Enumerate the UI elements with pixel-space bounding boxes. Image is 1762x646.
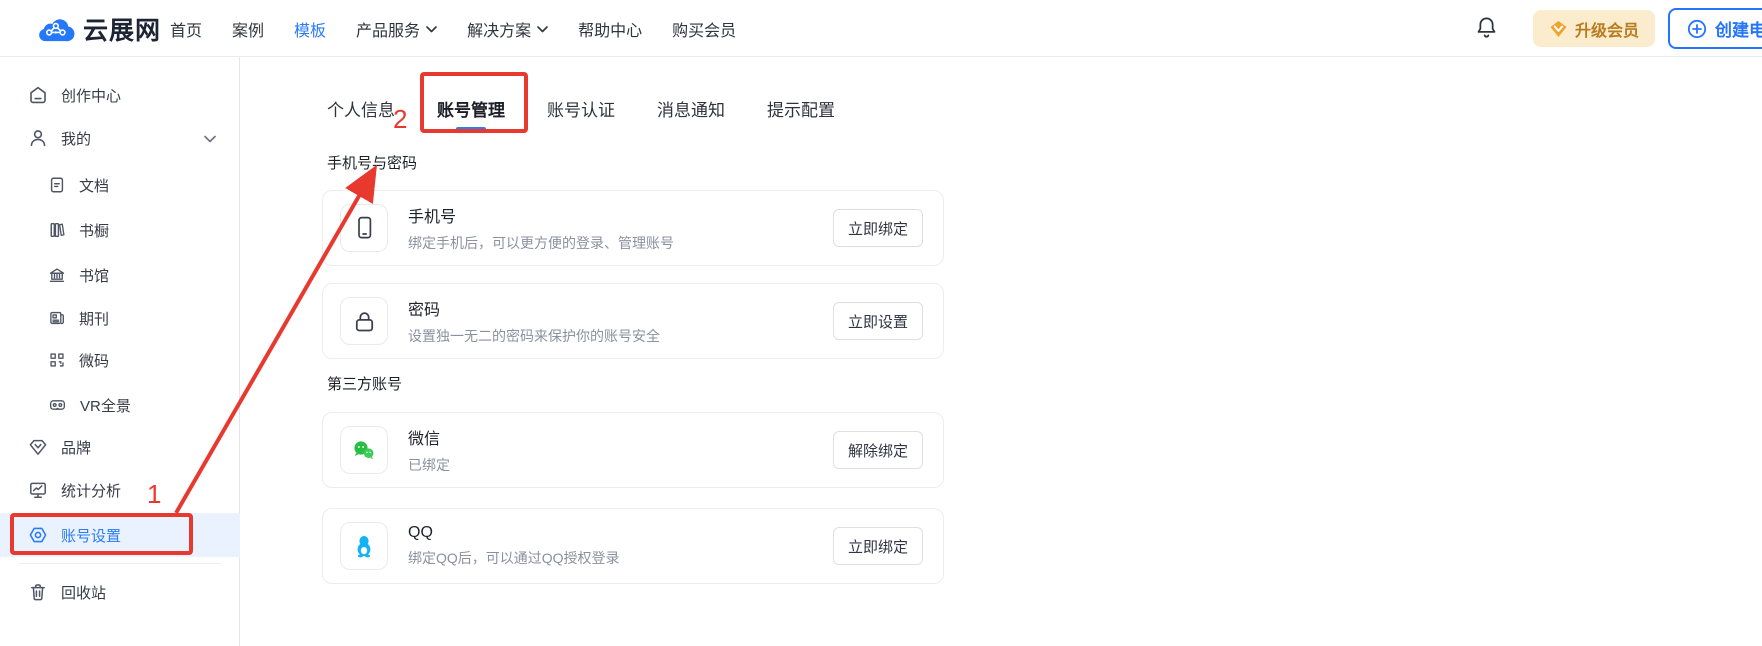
- bind-now-button[interactable]: 立即绑定: [833, 209, 923, 247]
- sidebar-item-mine[interactable]: 我的: [0, 116, 240, 160]
- nav-item-cases[interactable]: 案例: [232, 17, 264, 41]
- sidebar-item-label: 书橱: [79, 220, 109, 241]
- tab-account-management[interactable]: 账号管理: [437, 96, 505, 121]
- card-title: 手机号: [408, 203, 813, 227]
- nav-item-home[interactable]: 首页: [170, 17, 202, 41]
- sidebar-item-label: 品牌: [61, 437, 91, 458]
- card-title: 密码: [408, 296, 813, 320]
- card-qq: QQ 绑定QQ后，可以通过QQ授权登录 立即绑定: [322, 508, 944, 584]
- tab-account-verification[interactable]: 账号认证: [547, 96, 615, 121]
- brand-name: 云展网: [83, 11, 161, 47]
- card-desc: 绑定QQ后，可以通过QQ授权登录: [408, 548, 813, 568]
- sidebar-item-statistics[interactable]: 统计分析: [0, 468, 240, 512]
- sidebar-item-recycle-bin[interactable]: 回收站: [0, 570, 240, 614]
- tab-prompt-config[interactable]: 提示配置: [767, 96, 835, 121]
- card-wechat: 微信 已绑定 解除绑定: [322, 412, 944, 488]
- notification-bell-icon[interactable]: [1474, 15, 1499, 47]
- phone-icon: [340, 204, 388, 252]
- sidebar-item-creation-center[interactable]: 创作中心: [0, 73, 240, 117]
- card-phone: 手机号 绑定手机后，可以更方便的登录、管理账号 立即绑定: [322, 190, 944, 266]
- sidebar-item-vr-panorama[interactable]: VR全景: [0, 383, 240, 427]
- sidebar-item-label: 文档: [79, 175, 109, 196]
- brand-icon: [28, 437, 48, 457]
- home-icon: [28, 85, 48, 105]
- user-icon: [28, 128, 48, 148]
- create-button-label: 创建电: [1715, 16, 1762, 41]
- nav-item-help-center[interactable]: 帮助中心: [578, 17, 642, 41]
- sidebar-item-label: 期刊: [79, 308, 109, 329]
- card-title: QQ: [408, 524, 813, 542]
- sidebar-item-label: VR全景: [80, 395, 131, 416]
- set-now-button[interactable]: 立即设置: [833, 302, 923, 340]
- qq-icon: [340, 522, 388, 570]
- cloud-logo-icon: [36, 14, 76, 44]
- nav-item-buy-membership[interactable]: 购买会员: [672, 17, 736, 41]
- document-icon: [48, 176, 66, 194]
- unbind-button[interactable]: 解除绑定: [833, 431, 923, 469]
- card-desc: 设置独一无二的密码来保护你的账号安全: [408, 326, 813, 346]
- settings-icon: [28, 525, 48, 545]
- sidebar-item-label: 书馆: [79, 265, 109, 286]
- tab-message-notification[interactable]: 消息通知: [657, 96, 725, 121]
- library-icon: [48, 266, 66, 284]
- brand-logo[interactable]: 云展网: [36, 0, 161, 57]
- bind-now-button[interactable]: 立即绑定: [833, 527, 923, 565]
- tab-personal-info[interactable]: 个人信息: [327, 96, 395, 121]
- wechat-icon: [340, 426, 388, 474]
- section-title-third-party: 第三方账号: [327, 373, 402, 394]
- sidebar-item-label: 我的: [61, 128, 91, 149]
- main-nav: 首页 案例 模板 产品服务 解决方案 帮助中心 购买会员: [170, 0, 736, 57]
- card-password: 密码 设置独一无二的密码来保护你的账号安全 立即设置: [322, 283, 944, 359]
- top-navbar: 云展网 首页 案例 模板 产品服务 解决方案 帮助中心 购买会员: [0, 0, 1762, 57]
- card-desc: 绑定手机后，可以更方便的登录、管理账号: [408, 233, 813, 253]
- create-ebook-button[interactable]: 创建电: [1668, 8, 1762, 49]
- sidebar-item-label: 创作中心: [61, 85, 121, 106]
- sidebar-item-account-settings[interactable]: 账号设置: [0, 513, 240, 557]
- account-settings-page: 云展网 首页 案例 模板 产品服务 解决方案 帮助中心 购买会员: [0, 0, 1762, 646]
- sidebar: 创作中心 我的 文档 书橱: [0, 57, 240, 646]
- nav-item-products[interactable]: 产品服务: [356, 17, 437, 41]
- sidebar-item-microcode[interactable]: 微码: [0, 338, 240, 382]
- upgrade-membership-button[interactable]: 升级会员: [1533, 10, 1655, 47]
- card-desc: 已绑定: [408, 455, 813, 475]
- sidebar-item-label: 微码: [79, 350, 109, 371]
- sidebar-item-brand[interactable]: 品牌: [0, 425, 240, 469]
- bookshelf-icon: [48, 221, 66, 239]
- sidebar-item-label: 回收站: [61, 582, 106, 603]
- journal-icon: [48, 309, 66, 327]
- vr-icon: [48, 396, 67, 414]
- sidebar-item-documents[interactable]: 文档: [0, 163, 240, 207]
- section-title-phone-password: 手机号与密码: [327, 152, 417, 173]
- chevron-down-icon: [537, 20, 548, 38]
- sidebar-item-label: 统计分析: [61, 480, 121, 501]
- sidebar-item-journal[interactable]: 期刊: [0, 296, 240, 340]
- sidebar-item-library[interactable]: 书馆: [0, 253, 240, 297]
- chevron-down-icon: [426, 20, 437, 38]
- qrcode-icon: [48, 351, 66, 369]
- plus-circle-icon: [1687, 19, 1707, 39]
- chevron-down-icon[interactable]: [204, 130, 216, 147]
- upgrade-button-label: 升级会员: [1575, 17, 1639, 41]
- card-title: 微信: [408, 425, 813, 449]
- vip-diamond-icon: [1549, 20, 1568, 38]
- trash-icon: [28, 582, 48, 602]
- stats-icon: [28, 480, 48, 500]
- lock-icon: [340, 297, 388, 345]
- sidebar-divider: [18, 563, 222, 564]
- sidebar-item-label: 账号设置: [61, 525, 121, 546]
- nav-item-solutions[interactable]: 解决方案: [467, 17, 548, 41]
- sidebar-item-bookshelf[interactable]: 书橱: [0, 208, 240, 252]
- nav-item-templates[interactable]: 模板: [294, 17, 326, 41]
- account-tabs: 个人信息 账号管理 账号认证 消息通知 提示配置: [327, 96, 835, 121]
